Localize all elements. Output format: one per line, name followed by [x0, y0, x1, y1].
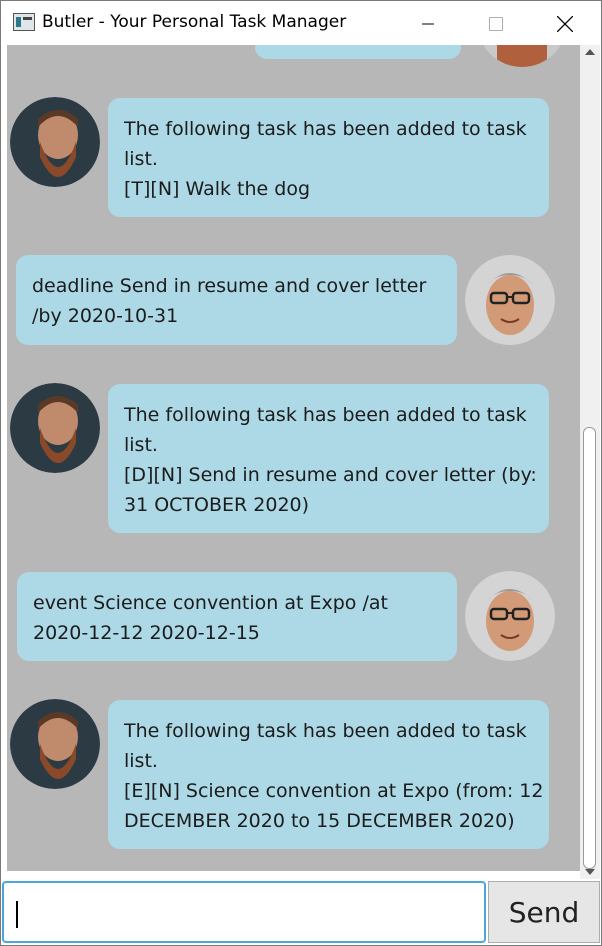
message-line: /by 2020-10-31	[32, 305, 179, 327]
butler-message-bubble: The following task has been added to tas…	[108, 384, 549, 533]
message-line: The following task has been added to tas…	[124, 720, 527, 742]
minimize-icon	[422, 23, 434, 24]
scrollbar-thumb[interactable]	[583, 427, 596, 869]
user-message-bubble: event Science convention at Expo /at 202…	[17, 572, 457, 661]
text-caret	[16, 901, 18, 928]
close-button[interactable]	[542, 1, 588, 46]
app-icon	[13, 13, 35, 31]
message-line: event Science convention at Expo /at	[33, 592, 388, 614]
maximize-button[interactable]	[473, 1, 519, 46]
butler-message-bubble: The following task has been added to tas…	[108, 98, 549, 217]
message-line: The following task has been added to tas…	[124, 118, 527, 140]
chat-scroll-area[interactable]: The following task has been added to tas…	[7, 45, 580, 871]
butler-message-bubble: The following task has been added to tas…	[108, 700, 549, 849]
message-line: 2020-12-12 2020-12-15	[33, 622, 260, 644]
scroll-down-icon[interactable]	[585, 869, 595, 875]
message-line: deadline Send in resume and cover letter	[32, 275, 427, 297]
message-line: 31 OCTOBER 2020)	[124, 494, 310, 516]
chat-scrollbar[interactable]	[580, 45, 600, 879]
user-avatar	[465, 255, 555, 345]
butler-avatar	[10, 699, 100, 789]
message-line: [D][N] Send in resume and cover letter (…	[124, 464, 537, 486]
message-line: [E][N] Science convention at Expo (from:…	[124, 780, 544, 802]
message-line: The following task has been added to tas…	[124, 404, 527, 426]
message-line: list.	[124, 750, 158, 772]
send-button[interactable]: Send	[488, 881, 600, 943]
partial-user-avatar	[477, 45, 567, 67]
user-avatar	[465, 571, 555, 661]
close-icon	[557, 15, 573, 32]
butler-avatar	[10, 383, 100, 473]
user-message-bubble: deadline Send in resume and cover letter…	[16, 255, 457, 345]
minimize-button[interactable]	[405, 1, 451, 46]
message-line: DECEMBER 2020 to 15 DECEMBER 2020)	[124, 810, 515, 832]
message-line: [T][N] Walk the dog	[124, 178, 311, 200]
scroll-up-icon[interactable]	[585, 49, 595, 55]
butler-avatar	[10, 97, 100, 187]
message-input[interactable]	[2, 881, 486, 943]
message-line: list.	[124, 434, 158, 456]
message-line: list.	[124, 148, 158, 170]
window-title: Butler - Your Personal Task Manager	[42, 12, 347, 32]
maximize-icon	[489, 16, 503, 31]
send-button-label: Send	[508, 895, 580, 929]
title-bar[interactable]: Butler - Your Personal Task Manager	[1, 1, 601, 46]
partial-message-bubble	[255, 45, 461, 59]
